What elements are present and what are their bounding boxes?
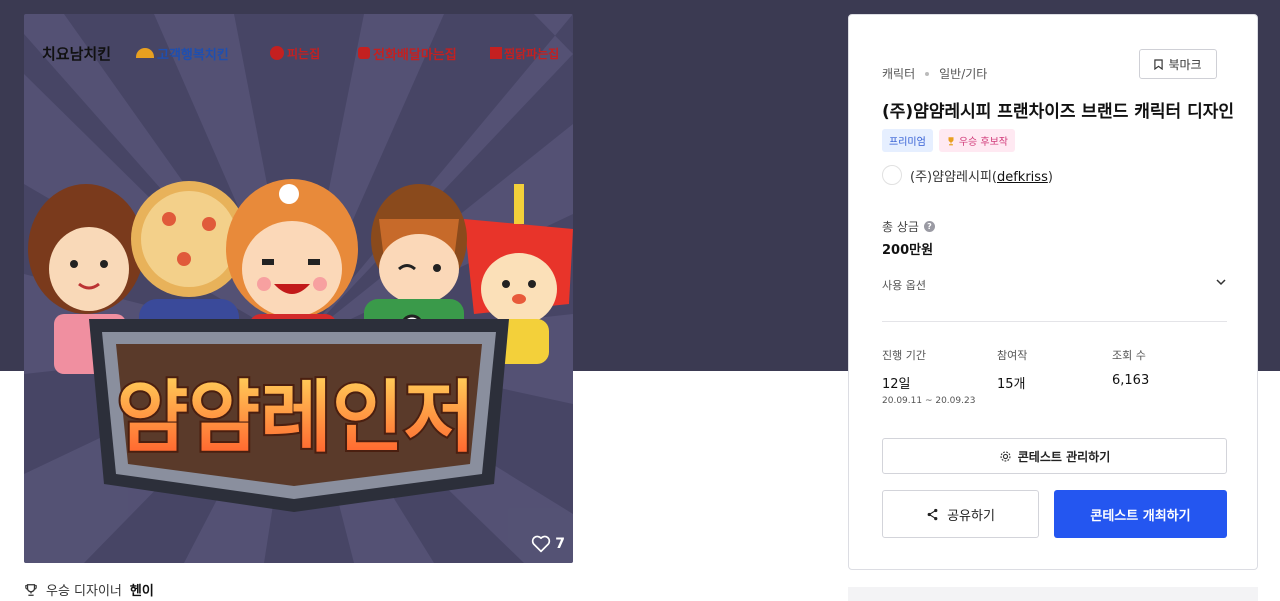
stat-period-value: 12일 [882, 377, 911, 392]
manage-contest-label: 콘테스트 관리하기 [1017, 449, 1111, 464]
host-info: (주)얌얌레시피(defkriss) [882, 165, 1053, 185]
breadcrumb-category[interactable]: 캐릭터 [882, 65, 915, 82]
manage-contest-button[interactable]: 콘테스트 관리하기 [882, 438, 1227, 474]
help-icon[interactable]: ? [923, 221, 935, 232]
prize-label: 총 상금 ? [882, 218, 935, 235]
stat-period-label: 진행 기간 [882, 349, 926, 362]
contest-artwork[interactable]: 치요남치킨 고객행복치킨 피는집 전화배달마는집 찜닭파는집 얌얌레인저 7 [24, 14, 573, 563]
share-button[interactable]: 공유하기 [882, 490, 1039, 538]
winner-name[interactable]: 헨이 [130, 580, 154, 599]
usage-options-toggle[interactable]: 사용 옵션 [882, 277, 1227, 293]
host-contest-button[interactable]: 콘테스트 개최하기 [1054, 490, 1227, 538]
usage-options-label: 사용 옵션 [882, 279, 926, 292]
host-avatar[interactable] [882, 165, 902, 185]
contest-info-card: 캐릭터 일반/기타 북마크 (주)얌얌레시피 프랜차이즈 브랜드 캐릭터 디자인… [848, 14, 1258, 570]
badge-group: 프리미엄 우승 후보작 [882, 129, 1015, 152]
stat-period: 진행 기간 12일 20.09.11 ~ 20.09.23 [882, 347, 975, 406]
banner-title-layer: 얌얌레인저 [115, 371, 478, 465]
premium-badge: 프리미엄 [882, 129, 933, 152]
stat-entries-label: 참여작 [997, 349, 1028, 362]
divider [882, 321, 1227, 322]
stat-period-range: 20.09.11 ~ 20.09.23 [882, 396, 976, 406]
breadcrumb: 캐릭터 일반/기타 [882, 65, 987, 82]
bookmark-button[interactable]: 북마크 [1139, 49, 1217, 79]
trophy-icon [25, 583, 37, 596]
bookmark-label: 북마크 [1168, 57, 1202, 72]
gear-icon [1000, 450, 1011, 462]
winner-designer: 우승 디자이너 헨이 [24, 580, 154, 599]
stat-views-value: 6,163 [1112, 373, 1150, 388]
breadcrumb-subcategory[interactable]: 일반/기타 [939, 65, 987, 82]
share-label: 공유하기 [947, 508, 995, 524]
stat-entries: 참여작 15개 [997, 347, 1027, 392]
breadcrumb-separator [925, 71, 930, 76]
stat-views-label: 조회 수 [1112, 349, 1146, 362]
prize-value: 200만원 [882, 243, 934, 258]
banner-title: 얌얌레인저 [117, 373, 476, 463]
like-count: 7 [555, 536, 565, 552]
trophy-icon [948, 136, 954, 145]
bookmark-icon [1154, 58, 1164, 70]
winner-label: 우승 디자이너 [46, 584, 122, 599]
stat-entries-value: 15개 [997, 377, 1026, 392]
host-name: (주)얌얌레시피(defkriss) [910, 169, 1053, 185]
heart-icon[interactable] [531, 535, 551, 553]
host-id-link[interactable]: defkriss [997, 170, 1048, 185]
next-section-preview [848, 587, 1258, 601]
share-icon [927, 508, 938, 520]
stat-views: 조회 수 6,163 [1112, 347, 1149, 388]
candidate-badge: 우승 후보작 [938, 129, 1015, 152]
contest-title: (주)얌얌레시피 프랜차이즈 브랜드 캐릭터 디자인 [882, 102, 1235, 122]
like-counter[interactable]: 7 [531, 535, 565, 553]
chevron-down-icon [1216, 279, 1226, 286]
